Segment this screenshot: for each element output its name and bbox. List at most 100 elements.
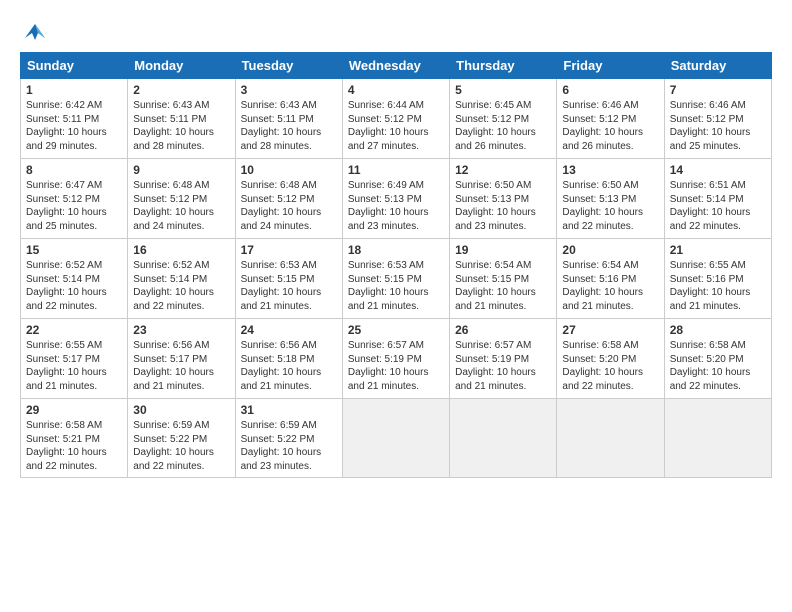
day-cell: 20Sunrise: 6:54 AM Sunset: 5:16 PM Dayli… xyxy=(557,239,664,319)
day-number: 17 xyxy=(241,243,337,257)
day-info: Sunrise: 6:56 AM Sunset: 5:17 PM Dayligh… xyxy=(133,339,229,393)
day-info: Sunrise: 6:49 AM Sunset: 5:13 PM Dayligh… xyxy=(348,179,444,233)
day-info: Sunrise: 6:52 AM Sunset: 5:14 PM Dayligh… xyxy=(26,259,122,313)
day-info: Sunrise: 6:46 AM Sunset: 5:12 PM Dayligh… xyxy=(562,99,658,153)
day-info: Sunrise: 6:58 AM Sunset: 5:21 PM Dayligh… xyxy=(26,419,122,473)
day-info: Sunrise: 6:45 AM Sunset: 5:12 PM Dayligh… xyxy=(455,99,551,153)
day-cell: 21Sunrise: 6:55 AM Sunset: 5:16 PM Dayli… xyxy=(664,239,771,319)
day-number: 15 xyxy=(26,243,122,257)
day-number: 1 xyxy=(26,83,122,97)
day-info: Sunrise: 6:42 AM Sunset: 5:11 PM Dayligh… xyxy=(26,99,122,153)
day-number: 18 xyxy=(348,243,444,257)
day-cell: 17 Sunrise: 6:53 AM Sunset: 5:15 PM Dayli… xyxy=(235,239,342,319)
logo xyxy=(20,18,54,46)
day-number: 19 xyxy=(455,243,551,257)
day-cell xyxy=(342,399,449,478)
day-cell xyxy=(664,399,771,478)
day-info: Sunrise: 6:47 AM Sunset: 5:12 PM Dayligh… xyxy=(26,179,122,233)
day-number: 12 xyxy=(455,163,551,177)
day-cell: 25 Sunrise: 6:57 AM Sunset: 5:19 PM Dayli… xyxy=(342,319,449,399)
calendar: SundayMondayTuesdayWednesdayThursdayFrid… xyxy=(20,52,772,478)
day-info: Sunrise: 6:43 AM Sunset: 5:11 PM Dayligh… xyxy=(133,99,229,153)
day-number: 10 xyxy=(241,163,337,177)
day-info: Sunrise: 6:51 AM Sunset: 5:14 PM Dayligh… xyxy=(670,179,766,233)
day-info: Sunrise: 6:57 AM Sunset: 5:19 PM Dayligh… xyxy=(455,339,551,393)
day-cell: 30 Sunrise: 6:59 AM Sunset: 5:22 PM Dayli… xyxy=(128,399,235,478)
day-cell: 9Sunrise: 6:48 AM Sunset: 5:12 PM Daylig… xyxy=(128,159,235,239)
day-cell: 8Sunrise: 6:47 AM Sunset: 5:12 PM Daylig… xyxy=(21,159,128,239)
header-cell-sunday: Sunday xyxy=(21,53,128,79)
day-info: Sunrise: 6:59 AM Sunset: 5:22 PM Dayligh… xyxy=(241,419,337,473)
day-info: Sunrise: 6:50 AM Sunset: 5:13 PM Dayligh… xyxy=(562,179,658,233)
day-cell: 16Sunrise: 6:52 AM Sunset: 5:14 PM Dayli… xyxy=(128,239,235,319)
day-cell: 4 Sunrise: 6:44 AM Sunset: 5:12 PM Daylig… xyxy=(342,79,449,159)
header-row: SundayMondayTuesdayWednesdayThursdayFrid… xyxy=(21,53,772,79)
week-row-1: 1 Sunrise: 6:42 AM Sunset: 5:11 PM Daylig… xyxy=(21,79,772,159)
day-cell: 24 Sunrise: 6:56 AM Sunset: 5:18 PM Dayli… xyxy=(235,319,342,399)
day-number: 29 xyxy=(26,403,122,417)
day-cell xyxy=(450,399,557,478)
day-cell: 7 Sunrise: 6:46 AM Sunset: 5:12 PM Daylig… xyxy=(664,79,771,159)
day-number: 6 xyxy=(562,83,658,97)
week-row-3: 15 Sunrise: 6:52 AM Sunset: 5:14 PM Dayli… xyxy=(21,239,772,319)
logo-icon xyxy=(20,18,50,46)
day-info: Sunrise: 6:54 AM Sunset: 5:15 PM Dayligh… xyxy=(455,259,551,313)
day-cell: 15 Sunrise: 6:52 AM Sunset: 5:14 PM Dayli… xyxy=(21,239,128,319)
day-number: 23 xyxy=(133,323,229,337)
day-info: Sunrise: 6:57 AM Sunset: 5:19 PM Dayligh… xyxy=(348,339,444,393)
calendar-body: 1 Sunrise: 6:42 AM Sunset: 5:11 PM Daylig… xyxy=(21,79,772,478)
header-cell-friday: Friday xyxy=(557,53,664,79)
header xyxy=(20,18,772,46)
day-number: 24 xyxy=(241,323,337,337)
calendar-header: SundayMondayTuesdayWednesdayThursdayFrid… xyxy=(21,53,772,79)
day-cell: 23 Sunrise: 6:56 AM Sunset: 5:17 PM Dayli… xyxy=(128,319,235,399)
day-info: Sunrise: 6:53 AM Sunset: 5:15 PM Dayligh… xyxy=(348,259,444,313)
week-row-5: 29 Sunrise: 6:58 AM Sunset: 5:21 PM Dayli… xyxy=(21,399,772,478)
day-number: 28 xyxy=(670,323,766,337)
day-cell: 19 Sunrise: 6:54 AM Sunset: 5:15 PM Dayli… xyxy=(450,239,557,319)
header-cell-tuesday: Tuesday xyxy=(235,53,342,79)
day-number: 5 xyxy=(455,83,551,97)
day-info: Sunrise: 6:59 AM Sunset: 5:22 PM Dayligh… xyxy=(133,419,229,473)
day-number: 25 xyxy=(348,323,444,337)
page: SundayMondayTuesdayWednesdayThursdayFrid… xyxy=(0,0,792,612)
day-number: 31 xyxy=(241,403,337,417)
day-cell: 6 Sunrise: 6:46 AM Sunset: 5:12 PM Daylig… xyxy=(557,79,664,159)
day-cell: 22Sunrise: 6:55 AM Sunset: 5:17 PM Dayli… xyxy=(21,319,128,399)
day-number: 13 xyxy=(562,163,658,177)
day-cell: 27 Sunrise: 6:58 AM Sunset: 5:20 PM Dayli… xyxy=(557,319,664,399)
day-cell: 31 Sunrise: 6:59 AM Sunset: 5:22 PM Dayli… xyxy=(235,399,342,478)
day-number: 4 xyxy=(348,83,444,97)
day-info: Sunrise: 6:48 AM Sunset: 5:12 PM Dayligh… xyxy=(241,179,337,233)
day-cell: 2 Sunrise: 6:43 AM Sunset: 5:11 PM Daylig… xyxy=(128,79,235,159)
day-number: 26 xyxy=(455,323,551,337)
day-info: Sunrise: 6:52 AM Sunset: 5:14 PM Dayligh… xyxy=(133,259,229,313)
header-cell-thursday: Thursday xyxy=(450,53,557,79)
day-number: 2 xyxy=(133,83,229,97)
day-number: 22 xyxy=(26,323,122,337)
header-cell-monday: Monday xyxy=(128,53,235,79)
day-cell: 13 Sunrise: 6:50 AM Sunset: 5:13 PM Dayli… xyxy=(557,159,664,239)
day-number: 11 xyxy=(348,163,444,177)
day-cell: 1 Sunrise: 6:42 AM Sunset: 5:11 PM Daylig… xyxy=(21,79,128,159)
day-number: 27 xyxy=(562,323,658,337)
day-number: 20 xyxy=(562,243,658,257)
day-info: Sunrise: 6:58 AM Sunset: 5:20 PM Dayligh… xyxy=(562,339,658,393)
day-cell: 12Sunrise: 6:50 AM Sunset: 5:13 PM Dayli… xyxy=(450,159,557,239)
day-cell: 29 Sunrise: 6:58 AM Sunset: 5:21 PM Dayli… xyxy=(21,399,128,478)
header-cell-wednesday: Wednesday xyxy=(342,53,449,79)
day-cell: 14Sunrise: 6:51 AM Sunset: 5:14 PM Dayli… xyxy=(664,159,771,239)
day-cell: 11 Sunrise: 6:49 AM Sunset: 5:13 PM Dayli… xyxy=(342,159,449,239)
day-info: Sunrise: 6:43 AM Sunset: 5:11 PM Dayligh… xyxy=(241,99,337,153)
day-cell: 26 Sunrise: 6:57 AM Sunset: 5:19 PM Dayli… xyxy=(450,319,557,399)
day-info: Sunrise: 6:48 AM Sunset: 5:12 PM Dayligh… xyxy=(133,179,229,233)
day-cell: 3 Sunrise: 6:43 AM Sunset: 5:11 PM Daylig… xyxy=(235,79,342,159)
day-info: Sunrise: 6:53 AM Sunset: 5:15 PM Dayligh… xyxy=(241,259,337,313)
day-cell: 18 Sunrise: 6:53 AM Sunset: 5:15 PM Dayli… xyxy=(342,239,449,319)
day-number: 7 xyxy=(670,83,766,97)
day-info: Sunrise: 6:44 AM Sunset: 5:12 PM Dayligh… xyxy=(348,99,444,153)
day-info: Sunrise: 6:46 AM Sunset: 5:12 PM Dayligh… xyxy=(670,99,766,153)
day-number: 30 xyxy=(133,403,229,417)
day-number: 3 xyxy=(241,83,337,97)
day-info: Sunrise: 6:56 AM Sunset: 5:18 PM Dayligh… xyxy=(241,339,337,393)
